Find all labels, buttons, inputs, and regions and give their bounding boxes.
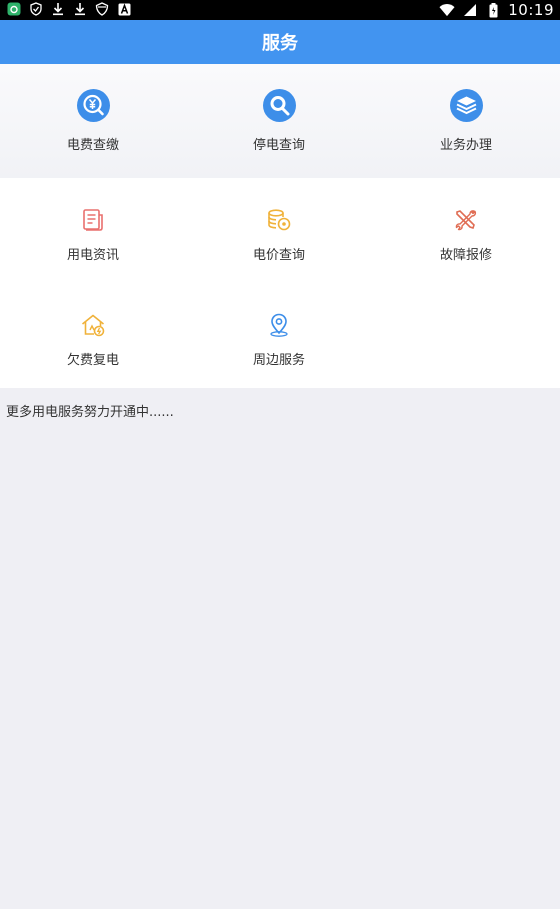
- signal-icon: [462, 2, 478, 18]
- news-document-icon: [80, 207, 106, 233]
- wifi-icon: [439, 2, 455, 18]
- magnifier-icon: [262, 89, 296, 122]
- service-label: 用电资讯: [66, 248, 119, 263]
- service-electricity-news[interactable]: 用电资讯: [0, 178, 186, 283]
- service-label: 停电查询: [252, 138, 305, 153]
- service-electricity-price-query[interactable]: 电价查询: [186, 178, 372, 283]
- service-label: 业务办理: [439, 138, 492, 153]
- service-label: 故障报修: [439, 248, 492, 263]
- status-bar-right: 10:19: [439, 0, 554, 20]
- tools-icon: [453, 207, 479, 233]
- service-business-handling[interactable]: 业务办理: [373, 64, 559, 178]
- service-label: 电价查询: [252, 248, 305, 263]
- a-letter-icon: [116, 1, 132, 17]
- battery-icon: [485, 2, 501, 18]
- status-time: 10:19: [508, 1, 554, 19]
- status-bar-left-icons: [6, 1, 132, 17]
- more-services-notice: 更多用电服务努力开通中......: [6, 405, 174, 420]
- page-title: 服务: [262, 33, 298, 54]
- service-nearby-services[interactable]: 周边服务: [186, 283, 372, 388]
- yuan-search-icon: [76, 89, 110, 122]
- service-label: 欠费复电: [66, 353, 119, 368]
- vpn-shield-icon: [94, 1, 110, 17]
- header-bar: 服务: [0, 20, 560, 64]
- download-icon: [50, 1, 66, 17]
- service-electricity-bill-payment[interactable]: 电费查缴: [0, 64, 186, 178]
- service-label: 电费查缴: [66, 138, 119, 153]
- service-fault-repair[interactable]: 故障报修: [373, 178, 559, 283]
- layers-icon: [449, 89, 483, 122]
- location-pin-icon: [266, 312, 292, 338]
- coin-stack-icon: [266, 207, 292, 233]
- house-power-icon: [80, 312, 106, 338]
- service-label: 周边服务: [252, 353, 305, 368]
- top-services: 电费查缴 停电查询 业务办理: [0, 64, 560, 179]
- service-grid: 用电资讯 电价查询 故障报修 欠费复电 周边服务: [0, 178, 560, 388]
- download-icon: [72, 1, 88, 17]
- shield-check-icon: [28, 1, 44, 17]
- service-outage-query[interactable]: 停电查询: [186, 64, 372, 178]
- service-arrears-restore-power[interactable]: 欠费复电: [0, 283, 186, 388]
- status-bar: 10:19: [0, 0, 560, 20]
- app-icon: [6, 1, 22, 17]
